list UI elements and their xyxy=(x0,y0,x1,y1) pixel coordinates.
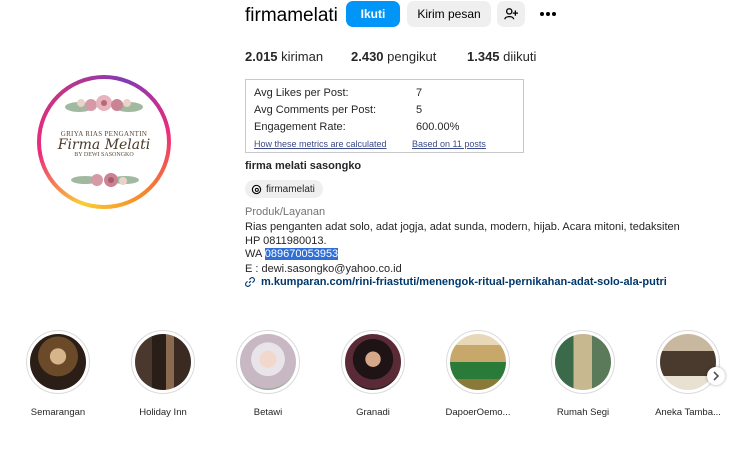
posts-stat: 2.015 kiriman xyxy=(245,49,323,64)
highlight-item[interactable]: Semarangan xyxy=(13,330,103,418)
bio-line-whatsapp: WA 089670053953 xyxy=(245,248,339,260)
full-name: firma melati sasongko xyxy=(245,160,362,172)
following-stat[interactable]: 1.345 diikuti xyxy=(467,49,536,64)
follow-button[interactable]: Ikuti xyxy=(346,1,400,27)
highlight-label: Betawi xyxy=(253,407,283,418)
bio-line-phone: HP 0811980013. xyxy=(245,235,327,247)
avatar-inner: GRIYA RIAS PENGANTIN Firma Melati BY DEW… xyxy=(41,79,167,205)
profile-avatar[interactable]: GRIYA RIAS PENGANTIN Firma Melati BY DEW… xyxy=(37,75,171,209)
metric-label-engagement: Engagement Rate: xyxy=(254,121,346,133)
highlights-next-button[interactable] xyxy=(707,367,725,385)
highlight-item[interactable]: Granadi xyxy=(328,330,418,418)
highlight-label: Semarangan xyxy=(30,407,86,418)
highlight-label: Aneka Tamba... xyxy=(655,407,721,418)
bio-line-email: E : dewi.sasongko@yahoo.co.id xyxy=(245,263,402,275)
bio-line-services: Rias penganten adat solo, adat jogja, ad… xyxy=(245,221,680,233)
metrics-based-on-link[interactable]: Based on 11 posts xyxy=(412,139,486,149)
threads-handle: firmamelati xyxy=(266,183,315,195)
metric-label-likes: Avg Likes per Post: xyxy=(254,87,349,99)
metric-value-engagement: 600.00% xyxy=(416,121,460,133)
highlight-label: Granadi xyxy=(356,407,390,418)
highlight-ring xyxy=(551,330,615,394)
followers-label: pengikut xyxy=(387,49,437,64)
highlight-label: Rumah Segi xyxy=(556,407,610,418)
bio-external-link[interactable]: m.kumparan.com/rini-friastuti/menengok-r… xyxy=(245,276,667,288)
highlight-thumbnail xyxy=(660,334,716,390)
highlight-thumbnail xyxy=(135,334,191,390)
followers-count: 2.430 xyxy=(351,49,384,64)
more-options-button[interactable] xyxy=(536,3,560,25)
highlight-ring xyxy=(656,330,720,394)
highlight-thumbnail xyxy=(240,334,296,390)
metrics-calculation-link[interactable]: How these metrics are calculated xyxy=(254,139,387,149)
metric-value-likes: 7 xyxy=(416,87,423,99)
avatar-line3: BY DEWI SASONGKO xyxy=(74,152,134,158)
highlight-ring xyxy=(341,330,405,394)
highlight-label: Holiday Inn xyxy=(139,407,187,418)
highlight-thumbnail xyxy=(450,334,506,390)
whatsapp-prefix: WA xyxy=(245,248,265,260)
metric-value-comments: 5 xyxy=(416,104,423,116)
posts-label: kiriman xyxy=(281,49,324,64)
highlight-label: DapoerOemo... xyxy=(445,407,511,418)
send-message-button[interactable]: Kirim pesan xyxy=(407,1,491,27)
more-horizontal-icon xyxy=(540,12,556,16)
highlight-item[interactable]: Rumah Segi xyxy=(538,330,628,418)
avatar-logo: GRIYA RIAS PENGANTIN Firma Melati BY DEW… xyxy=(45,83,163,201)
threads-badge[interactable]: firmamelati xyxy=(245,180,323,198)
following-count: 1.345 xyxy=(467,49,500,64)
bio-link-text: m.kumparan.com/rini-friastuti/menengok-r… xyxy=(261,276,667,288)
highlight-ring xyxy=(236,330,300,394)
highlight-item[interactable]: Betawi xyxy=(223,330,313,418)
suggest-user-button[interactable] xyxy=(497,1,525,27)
username: firmamelati xyxy=(245,5,338,26)
highlight-thumbnail xyxy=(345,334,401,390)
flower-decoration-bottom xyxy=(71,173,139,187)
avatar-line2: Firma Melati xyxy=(57,137,151,153)
highlight-thumbnail xyxy=(30,334,86,390)
whatsapp-number-selected[interactable]: 089670053953 xyxy=(264,248,339,260)
following-label: diikuti xyxy=(503,49,537,64)
highlight-item[interactable]: DapoerOemo... xyxy=(433,330,523,418)
threads-icon xyxy=(251,184,262,194)
highlight-item[interactable]: Holiday Inn xyxy=(118,330,208,418)
highlight-ring xyxy=(131,330,195,394)
category-label: Produk/Layanan xyxy=(245,206,326,218)
highlight-ring xyxy=(26,330,90,394)
posts-count: 2.015 xyxy=(245,49,278,64)
person-add-icon xyxy=(504,8,518,20)
engagement-metrics-box: Avg Likes per Post: 7 Avg Comments per P… xyxy=(245,79,524,153)
flower-decoration-top xyxy=(65,95,143,112)
followers-stat[interactable]: 2.430 pengikut xyxy=(351,49,436,64)
highlight-ring xyxy=(446,330,510,394)
metric-label-comments: Avg Comments per Post: xyxy=(254,104,377,116)
highlight-thumbnail xyxy=(555,334,611,390)
link-icon xyxy=(245,277,255,287)
chevron-right-icon xyxy=(713,371,720,381)
